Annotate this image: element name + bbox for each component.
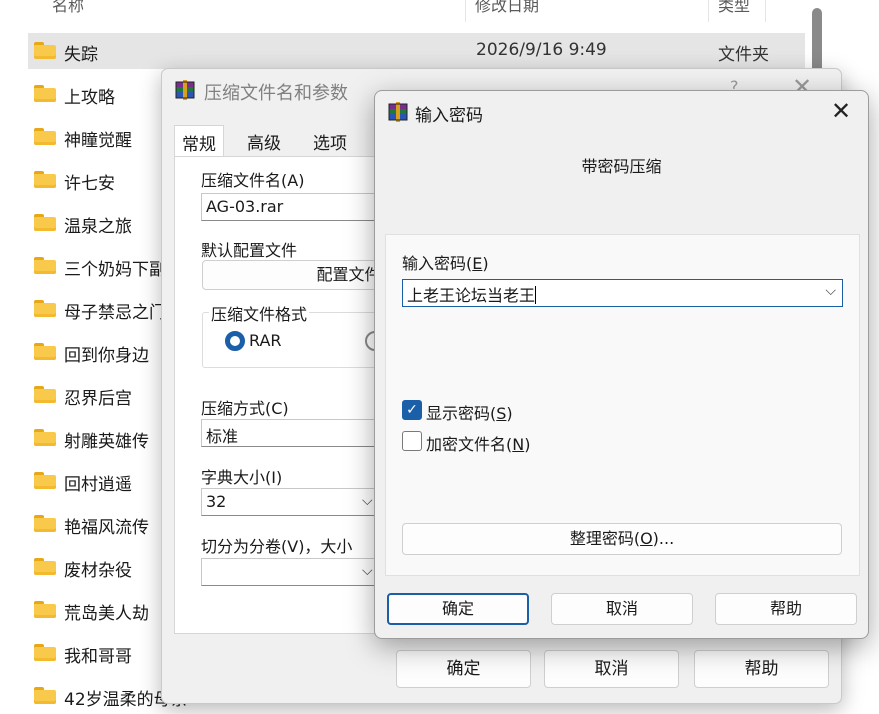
encrypt-filenames-suffix: ) bbox=[524, 435, 531, 454]
chevron-down-icon: ⌵ bbox=[362, 563, 373, 579]
show-password-accesskey: S bbox=[496, 404, 507, 423]
column-divider[interactable] bbox=[765, 0, 766, 22]
folder-icon bbox=[34, 601, 56, 618]
folder-name: 神瞳觉醒 bbox=[64, 131, 132, 151]
password-input[interactable]: 上老王论坛当老王 ⌵ bbox=[402, 279, 843, 307]
folder-name: 母子禁忌之门 bbox=[64, 303, 166, 323]
folder-name: 上攻略 bbox=[64, 88, 115, 108]
password-cancel-button[interactable]: 取消 bbox=[551, 593, 693, 625]
column-divider[interactable] bbox=[708, 0, 709, 22]
close-icon[interactable]: ✕ bbox=[831, 97, 851, 125]
organize-passwords-button[interactable]: 整理密码(O)... bbox=[402, 523, 842, 555]
split-volumes-select[interactable]: ⌵ bbox=[201, 558, 401, 586]
password-dialog-titlebar[interactable]: 输入密码 ✕ bbox=[375, 91, 868, 133]
folder-row[interactable]: 失踪 2026/9/16 9:49 文件夹 bbox=[28, 33, 805, 69]
folder-name: 我和哥哥 bbox=[64, 647, 132, 667]
folder-date-modified: 2026/9/16 9:49 bbox=[476, 40, 607, 60]
winrar-icon bbox=[175, 80, 195, 100]
password-label: 输入密码(E) bbox=[402, 250, 489, 274]
organize-passwords-accesskey: O bbox=[640, 529, 653, 548]
format-rar-label: RAR bbox=[249, 331, 282, 350]
folder-name: 荒岛美人劫 bbox=[64, 604, 149, 624]
show-password-text: 显示密码( bbox=[426, 404, 497, 423]
folder-icon bbox=[34, 644, 56, 661]
column-header-name[interactable]: 名称 bbox=[52, 0, 84, 16]
folder-name: 失踪 bbox=[64, 45, 98, 65]
folder-type: 文件夹 bbox=[718, 45, 769, 65]
tab-advanced[interactable]: 高级 bbox=[240, 125, 288, 157]
compression-method-label: 压缩方式(C) bbox=[201, 399, 289, 418]
folder-icon bbox=[34, 42, 56, 59]
tab-general[interactable]: 常规 bbox=[174, 125, 224, 157]
format-rar-radio[interactable] bbox=[225, 331, 245, 351]
winrar-icon bbox=[388, 102, 408, 122]
folder-name: 许七安 bbox=[64, 174, 115, 194]
column-header-type[interactable]: 类型 bbox=[718, 0, 750, 16]
password-label-accesskey: E bbox=[472, 254, 483, 273]
archive-name-label: 压缩文件名(A) bbox=[201, 171, 305, 190]
archive-cancel-button[interactable]: 取消 bbox=[544, 650, 679, 688]
folder-name: 忍界后宫 bbox=[64, 389, 132, 409]
show-password-checkbox[interactable]: ✓ bbox=[402, 400, 422, 420]
folder-icon bbox=[34, 429, 56, 446]
chevron-down-icon[interactable]: ⌵ bbox=[825, 283, 836, 299]
checkmark-icon: ✓ bbox=[406, 402, 418, 418]
organize-passwords-suffix: )... bbox=[652, 529, 675, 548]
folder-name: 废材杂役 bbox=[64, 561, 132, 581]
folder-icon bbox=[34, 343, 56, 360]
column-header-date[interactable]: 修改日期 bbox=[475, 0, 539, 16]
folder-icon bbox=[34, 687, 56, 704]
folder-icon bbox=[34, 171, 56, 188]
folder-icon bbox=[34, 472, 56, 489]
folder-icon bbox=[34, 558, 56, 575]
password-help-button[interactable]: 帮助 bbox=[715, 593, 857, 625]
dictionary-size-value: 32 bbox=[206, 492, 227, 511]
enter-password-dialog: 输入密码 ✕ 带密码压缩 输入密码(E) 上老王论坛当老王 ⌵ ✓ 显示密码(S… bbox=[374, 90, 869, 639]
chevron-down-icon: ⌵ bbox=[362, 493, 373, 509]
dictionary-size-label: 字典大小(I) bbox=[201, 468, 283, 487]
split-volumes-label: 切分为分卷(V)，大小 bbox=[201, 537, 353, 556]
text-caret bbox=[535, 286, 537, 304]
encrypt-filenames-checkbox[interactable] bbox=[402, 431, 422, 451]
folder-name: 射雕英雄传 bbox=[64, 432, 149, 452]
dictionary-size-select[interactable]: 32 ⌵ bbox=[201, 488, 401, 516]
password-dialog-title: 输入密码 bbox=[415, 106, 483, 126]
folder-icon bbox=[34, 257, 56, 274]
show-password-label[interactable]: 显示密码(S) bbox=[426, 400, 513, 424]
password-label-suffix: ) bbox=[482, 254, 489, 273]
folder-name: 艳福风流传 bbox=[64, 518, 149, 538]
compression-method-select[interactable]: 标准 bbox=[201, 419, 401, 447]
password-panel: 输入密码(E) 上老王论坛当老王 ⌵ ✓ 显示密码(S) 加密文件名(N) 整理… bbox=[385, 234, 860, 576]
archive-dialog-title: 压缩文件名和参数 bbox=[204, 83, 348, 104]
default-profile-label: 默认配置文件 bbox=[201, 241, 298, 260]
tab-options[interactable]: 选项 bbox=[306, 125, 354, 157]
show-password-suffix: ) bbox=[506, 404, 513, 423]
column-divider[interactable] bbox=[465, 0, 466, 22]
archive-format-label: 压缩文件格式 bbox=[209, 301, 310, 325]
folder-icon bbox=[34, 300, 56, 317]
encrypt-filenames-accesskey: N bbox=[512, 435, 525, 454]
encrypt-filenames-text: 加密文件名( bbox=[426, 435, 513, 454]
folder-icon bbox=[34, 128, 56, 145]
password-ok-button[interactable]: 确定 bbox=[387, 593, 529, 625]
column-header-bar: 名称 修改日期 类型 bbox=[0, 0, 805, 24]
folder-icon bbox=[34, 85, 56, 102]
organize-passwords-text: 整理密码( bbox=[569, 529, 641, 548]
folder-icon bbox=[34, 515, 56, 532]
archive-help-button[interactable]: 帮助 bbox=[694, 650, 829, 688]
password-value: 上老王论坛当老王 bbox=[407, 286, 536, 305]
encrypt-filenames-label[interactable]: 加密文件名(N) bbox=[426, 431, 530, 455]
password-dialog-subtitle: 带密码压缩 bbox=[581, 157, 662, 176]
folder-name: 三个奶妈下副 bbox=[64, 260, 166, 280]
folder-name: 温泉之旅 bbox=[64, 217, 132, 237]
password-label-text: 输入密码( bbox=[402, 254, 473, 273]
folder-name: 回村逍遥 bbox=[64, 475, 132, 495]
archive-ok-button[interactable]: 确定 bbox=[396, 650, 531, 688]
folder-icon bbox=[34, 214, 56, 231]
archive-name-input[interactable]: AG-03.rar bbox=[201, 193, 401, 221]
folder-name: 回到你身边 bbox=[64, 346, 149, 366]
folder-icon bbox=[34, 386, 56, 403]
